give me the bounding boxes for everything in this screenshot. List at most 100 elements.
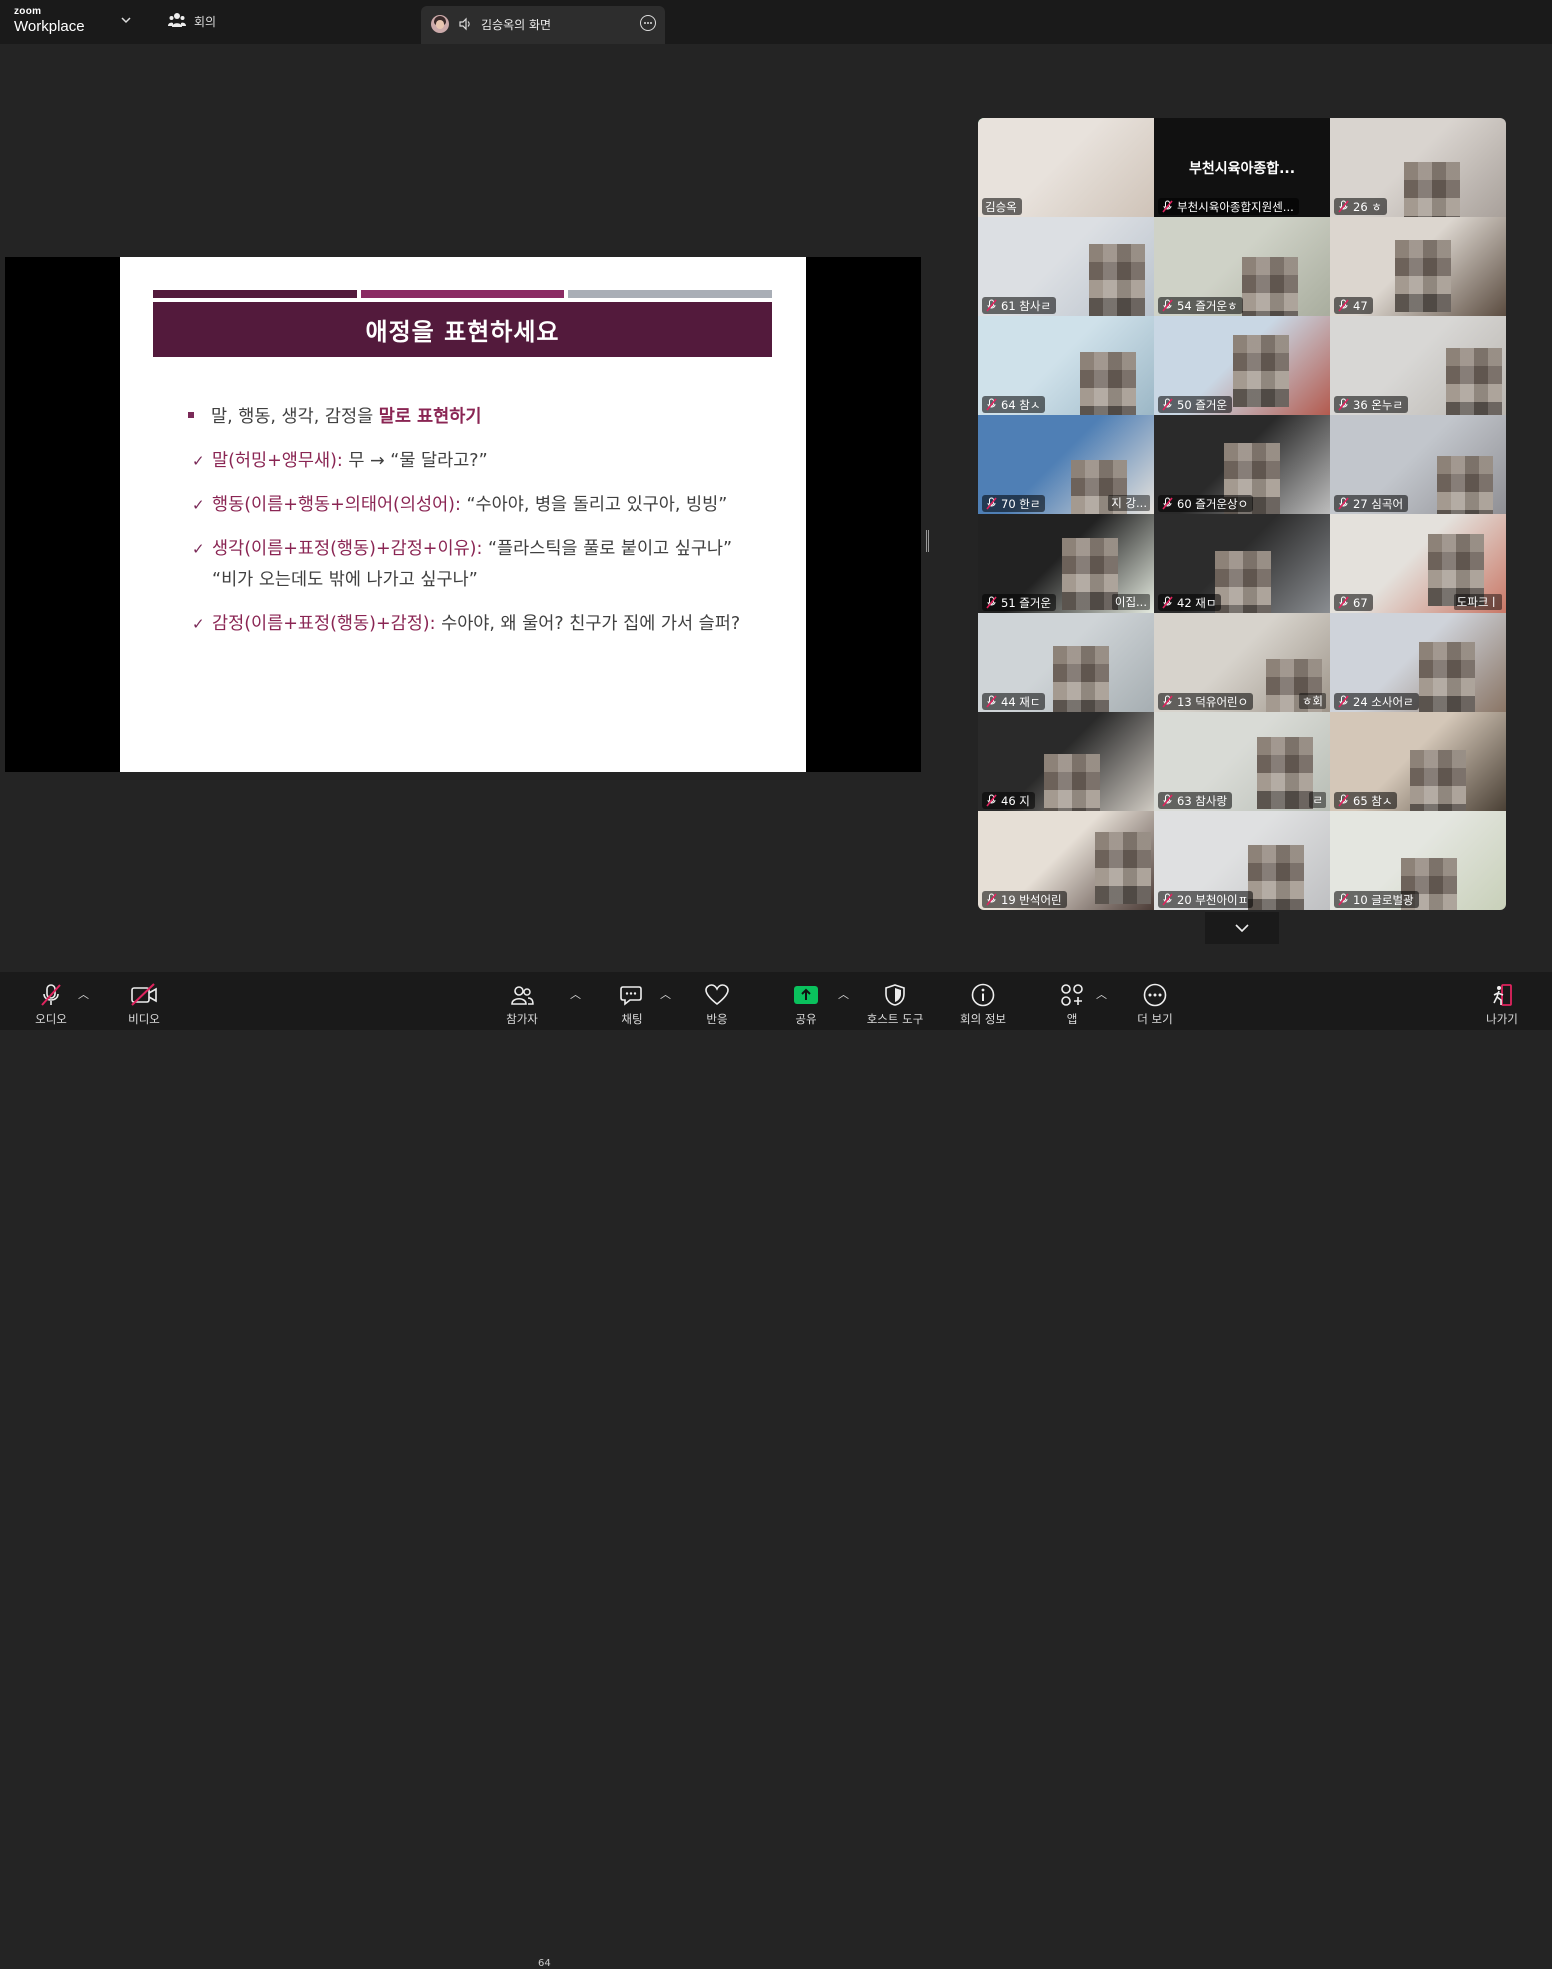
participant-tile[interactable]: 47 (1330, 217, 1506, 316)
apps-button[interactable]: 앱 (1042, 980, 1102, 1027)
participant-tile[interactable]: 10 글로벌광 (1330, 811, 1506, 910)
participant-tile[interactable]: 42 재ㅁ (1154, 514, 1330, 613)
participant-name-label: 61 참사ㄹ (982, 297, 1057, 314)
participant-name-label: 64 참ㅅ (982, 396, 1046, 413)
more-options-icon[interactable] (640, 15, 656, 31)
pixelated-video (1395, 240, 1451, 312)
participant-gallery: 김승옥 부천시육아종합... 부천시육아종합지원센... 26 ㅎ 61 참사ㄹ 54 즐… (978, 118, 1506, 910)
pixelated-video (1419, 642, 1475, 712)
participant-name-suffix: ㅎ회 (1298, 693, 1326, 709)
microphone-muted-icon (1162, 893, 1173, 906)
microphone-muted-icon (1338, 200, 1349, 213)
participant-tile[interactable]: 24 소사어ㄹ (1330, 613, 1506, 712)
more-button[interactable]: 더 보기 (1125, 980, 1185, 1027)
leave-button[interactable]: 나가기 (1472, 980, 1532, 1027)
participant-tile[interactable]: 19 반석어린 (978, 811, 1154, 910)
participant-name-label: 54 즐거운ㅎ (1158, 297, 1243, 314)
microphone-muted-icon (1338, 398, 1349, 411)
participant-tile[interactable]: 27 심곡어 (1330, 415, 1506, 514)
participant-tile[interactable]: 36 온누ㄹ (1330, 316, 1506, 415)
pixelated-video (1089, 244, 1145, 316)
participant-name-label: 50 즐거운 (1158, 396, 1233, 413)
microphone-muted-icon (1338, 893, 1349, 906)
audio-button[interactable]: 오디오 (21, 980, 81, 1027)
pixelated-video (1404, 162, 1460, 217)
participant-name-suffix: 도파크ㅣ (1453, 594, 1502, 610)
chat-button[interactable]: 채팅 (602, 980, 662, 1027)
tab-meeting[interactable]: 회의 (168, 12, 216, 31)
microphone-muted-icon (1162, 695, 1173, 708)
tab-meeting-label: 회의 (194, 15, 217, 29)
participants-options-caret[interactable]: ︿ (570, 986, 581, 1002)
participant-tile[interactable]: 64 참ㅅ (978, 316, 1154, 415)
pixelated-video (1233, 335, 1289, 407)
people-icon (168, 12, 186, 31)
microphone-muted-icon (21, 980, 81, 1010)
tab-screen-share[interactable]: 김승옥의 화면 (421, 6, 665, 44)
pixelated-video (1437, 456, 1493, 514)
pixelated-video (1410, 750, 1466, 811)
participant-tile[interactable]: 13 덕유어린ㅇ ㅎ회 (1154, 613, 1330, 712)
participant-tile[interactable]: 54 즐거운ㅎ (1154, 217, 1330, 316)
participant-display-name: 부천시육아종합... (1188, 161, 1296, 177)
participant-name-label: 46 지 (982, 792, 1035, 809)
pixelated-video (1248, 845, 1304, 910)
microphone-muted-icon (1162, 398, 1173, 411)
host-tools-button[interactable]: 호스트 도구 (865, 980, 925, 1027)
participant-tile[interactable]: 65 참ㅅ (1330, 712, 1506, 811)
video-button[interactable]: 비디오 (114, 980, 174, 1027)
participant-tile[interactable]: 61 참사ㄹ (978, 217, 1154, 316)
participant-tile[interactable]: 51 즐거운 이집... (978, 514, 1154, 613)
reactions-button[interactable]: 반응 (687, 980, 747, 1027)
participant-name-label: 10 글로벌광 (1334, 891, 1419, 908)
microphone-muted-icon (986, 497, 997, 510)
share-screen-icon (776, 980, 836, 1010)
participant-name-label: 김승옥 (982, 198, 1022, 215)
share-options-caret[interactable]: ︿ (838, 986, 849, 1002)
chevron-down-icon[interactable] (121, 13, 131, 27)
share-button[interactable]: 공유 (776, 980, 836, 1027)
avatar (431, 15, 449, 33)
slide-main-bullet: 말, 행동, 생각, 감정을 말로 표현하기 (188, 403, 748, 428)
speaker-icon (458, 16, 472, 35)
zoom-logo: zoom Workplace (14, 7, 85, 35)
chat-icon (602, 980, 662, 1010)
chat-options-caret[interactable]: ︿ (660, 986, 671, 1002)
shield-icon (865, 980, 925, 1010)
meeting-info-button[interactable]: 회의 정보 (953, 980, 1013, 1027)
participant-tile[interactable]: 26 ㅎ (1330, 118, 1506, 217)
video-off-icon (114, 980, 174, 1010)
audio-options-caret[interactable]: ︿ (78, 986, 89, 1002)
participant-tile[interactable]: 20 부천아이ㅍ (1154, 811, 1330, 910)
resize-handle[interactable] (926, 530, 929, 552)
microphone-muted-icon (986, 794, 997, 807)
participant-name-label: 44 재ㄷ (982, 693, 1046, 710)
participant-tile[interactable]: 60 즐거운상ㅇ (1154, 415, 1330, 514)
microphone-muted-icon (986, 596, 997, 609)
microphone-muted-icon (1338, 299, 1349, 312)
scroll-down-button[interactable] (1205, 912, 1279, 944)
participant-tile[interactable]: 부천시육아종합... 부천시육아종합지원센... (1154, 118, 1330, 217)
microphone-muted-icon (1338, 497, 1349, 510)
participant-tile[interactable]: 70 한ㄹ 지 강... (978, 415, 1154, 514)
participant-tile[interactable]: 44 재ㄷ (978, 613, 1154, 712)
participant-tile[interactable]: 50 즐거운 (1154, 316, 1330, 415)
participant-name-suffix: ㄹ (1309, 792, 1326, 808)
pixelated-video (1053, 646, 1109, 712)
participant-tile[interactable]: 63 참사랑 ㄹ (1154, 712, 1330, 811)
slide-color-bars (153, 290, 773, 298)
participant-tile[interactable]: 67 도파크ㅣ (1330, 514, 1506, 613)
participant-name-suffix: 지 강... (1108, 495, 1150, 511)
microphone-muted-icon (1338, 695, 1349, 708)
microphone-muted-icon (986, 695, 997, 708)
more-icon (1125, 980, 1185, 1010)
participant-name-label: 26 ㅎ (1334, 198, 1387, 215)
apps-options-caret[interactable]: ︿ (1096, 986, 1107, 1002)
participant-tile[interactable]: 46 지 (978, 712, 1154, 811)
participant-tile[interactable]: 김승옥 (978, 118, 1154, 217)
microphone-muted-icon (1162, 200, 1173, 213)
participant-name-label: 13 덕유어린ㅇ (1158, 693, 1254, 710)
participants-button[interactable]: 참가자 (492, 980, 552, 1027)
heart-icon (687, 980, 747, 1010)
participant-name-label: 27 심곡어 (1334, 495, 1409, 512)
